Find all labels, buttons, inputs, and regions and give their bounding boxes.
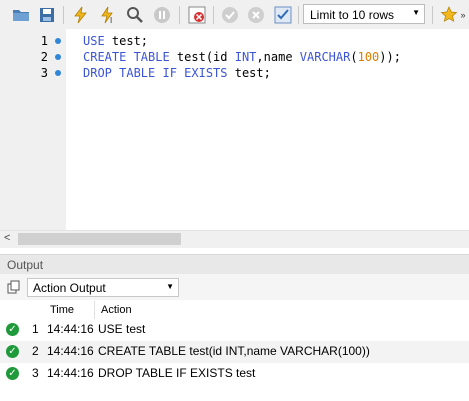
horizontal-scrollbar[interactable]: < — [0, 230, 469, 248]
toolbar-separator — [432, 6, 433, 24]
toggle-error-icon[interactable] — [186, 4, 208, 26]
row-action: CREATE TABLE test(id INT,name VARCHAR(10… — [98, 344, 370, 358]
success-check-icon: ✓ — [6, 345, 19, 358]
code-token: )); — [379, 50, 401, 64]
scroll-left-icon[interactable]: < — [4, 232, 10, 244]
statement-marker-icon — [55, 38, 61, 44]
row-action: DROP TABLE IF EXISTS test — [98, 366, 256, 380]
output-type-value: Action Output — [33, 281, 106, 295]
code-line[interactable]: DROP TABLE IF EXISTS test; — [83, 65, 271, 81]
limit-rows-value: Limit to 10 rows — [310, 8, 395, 22]
code-line[interactable]: USE test; — [83, 33, 148, 49]
sql-editor[interactable]: 1 USE test; 2 CREATE TABLE test(id INT,name… — [0, 29, 469, 230]
column-header-time[interactable]: Time — [50, 301, 74, 319]
action-output-table: Time Action ✓ 1 14:44:16 USE test ✓ 2 14:44:16… — [0, 301, 469, 401]
explain-icon[interactable] — [124, 4, 146, 26]
code-token: test; — [104, 34, 149, 48]
save-icon[interactable] — [36, 4, 58, 26]
code-token: CREATE TABLE — [83, 50, 170, 64]
query-toolbar: I Limit to 10 rows ▼ » — [0, 0, 469, 30]
rollback-icon[interactable] — [245, 4, 267, 26]
autocommit-icon[interactable] — [272, 4, 294, 26]
toolbar-separator — [179, 6, 180, 24]
code-token: VARCHAR — [299, 50, 351, 64]
code-token: DROP TABLE IF EXISTS — [83, 66, 228, 80]
line-number: 1 — [40, 34, 48, 48]
success-check-icon: ✓ — [6, 367, 19, 380]
stop-icon[interactable] — [151, 4, 173, 26]
chevron-right-icon[interactable]: » — [458, 4, 468, 26]
statement-marker-icon — [55, 54, 61, 60]
row-number: 1 — [32, 322, 39, 336]
execute-current-icon[interactable]: I — [97, 4, 119, 26]
toolbar-separator — [63, 6, 64, 24]
output-panel-header: Output — [0, 254, 469, 274]
code-token: ,name — [256, 50, 300, 64]
output-type-select[interactable]: Action Output ▼ — [27, 278, 179, 297]
chevron-down-icon: ▼ — [166, 282, 174, 291]
success-check-icon: ✓ — [6, 323, 19, 336]
column-divider — [94, 301, 95, 319]
code-token: test(id — [169, 50, 235, 64]
limit-rows-select[interactable]: Limit to 10 rows ▼ — [303, 4, 425, 24]
execute-icon[interactable] — [70, 4, 92, 26]
open-folder-icon[interactable] — [10, 4, 32, 26]
copy-icon[interactable] — [7, 280, 21, 294]
table-row[interactable]: ✓ 1 14:44:16 USE test — [0, 319, 469, 341]
table-row[interactable]: ✓ 3 14:44:16 DROP TABLE IF EXISTS test — [0, 363, 469, 385]
code-token: 100 — [357, 50, 380, 64]
row-number: 2 — [32, 344, 39, 358]
code-token: test; — [227, 66, 271, 80]
line-number: 2 — [40, 50, 48, 64]
row-action: USE test — [98, 322, 146, 336]
toolbar-separator — [213, 6, 214, 24]
scrollbar-thumb[interactable] — [18, 233, 181, 245]
beautify-icon[interactable] — [438, 4, 460, 26]
commit-icon[interactable] — [219, 4, 241, 26]
svg-text:I: I — [110, 16, 112, 24]
row-time: 14:44:16 — [47, 344, 94, 358]
code-token: ( — [350, 50, 358, 64]
statement-marker-icon — [55, 70, 61, 76]
row-number: 3 — [32, 366, 39, 380]
row-time: 14:44:16 — [47, 322, 94, 336]
code-token: USE — [83, 34, 105, 48]
line-number: 3 — [40, 66, 48, 80]
toolbar-separator — [298, 6, 299, 24]
output-toolbar: Action Output ▼ — [0, 274, 469, 300]
column-header-action[interactable]: Action — [101, 301, 132, 319]
code-line[interactable]: CREATE TABLE test(id INT,name VARCHAR(10… — [83, 49, 401, 65]
chevron-down-icon: ▼ — [412, 8, 420, 17]
table-row[interactable]: ✓ 2 14:44:16 CREATE TABLE test(id INT,name … — [0, 341, 469, 363]
output-header-label: Output — [7, 258, 44, 272]
row-time: 14:44:16 — [47, 366, 94, 380]
code-token: INT — [234, 50, 257, 64]
